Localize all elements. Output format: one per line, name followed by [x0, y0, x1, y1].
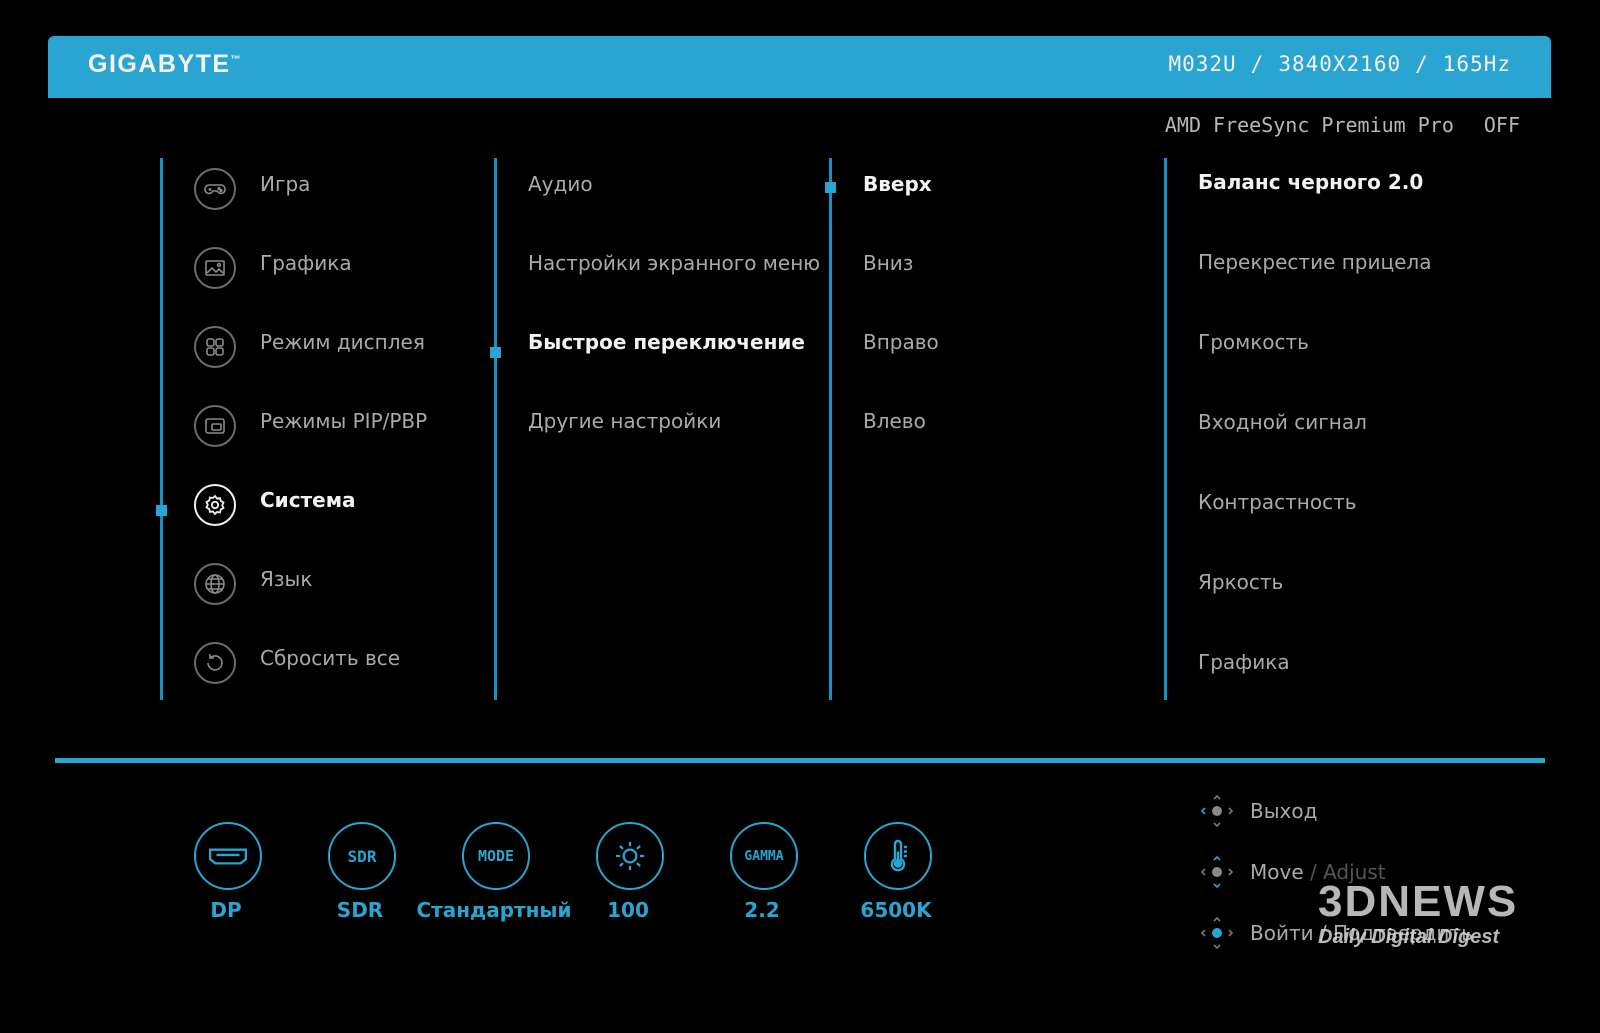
direction-menu: Вверх Вниз Вправо Влево: [825, 158, 1149, 700]
system-menu-item-osd-settings[interactable]: Настройки экранного меню: [528, 251, 820, 275]
system-menu-item-other-settings[interactable]: Другие настройки: [528, 409, 721, 433]
model-name: M032U: [1168, 52, 1237, 76]
system-menu: Аудио Настройки экранного меню Быстрое п…: [490, 158, 820, 700]
main-menu-selection-marker: [156, 505, 167, 516]
gamepad-icon: [194, 168, 236, 210]
nav-move-label: Move: [1250, 860, 1304, 884]
direction-menu-rail: [829, 158, 832, 700]
watermark-title: 3DNEWS: [1318, 877, 1519, 926]
system-menu-item-quick-switch[interactable]: Быстрое переключение: [528, 330, 805, 354]
main-menu-item-game[interactable]: Игра: [260, 172, 310, 196]
nav-exit: Выход: [1200, 794, 1317, 828]
main-menu-item-display-mode[interactable]: Режим дисплея: [260, 330, 425, 354]
model-info: M032U/3840X2160/165Hz: [1168, 52, 1511, 76]
freesync-label: AMD FreeSync Premium Pro: [1164, 113, 1454, 137]
gigabyte-logo: GIGABYTE™: [88, 50, 243, 78]
brightness-icon: [596, 822, 664, 890]
watermark-subtitle: Daily Digital Digest: [1318, 926, 1500, 948]
option-menu: Баланс черного 2.0 Перекрестие прицела Г…: [1164, 158, 1564, 700]
main-menu-item-pip-pbp[interactable]: Режимы PIP/PBP: [260, 409, 427, 433]
thermometer-icon: [864, 822, 932, 890]
system-menu-item-audio[interactable]: Аудио: [528, 172, 593, 196]
option-item-volume[interactable]: Громкость: [1198, 330, 1309, 354]
system-menu-rail: [494, 158, 497, 700]
main-menu-item-system[interactable]: Система: [260, 488, 356, 512]
sdr-icon: SDR: [328, 822, 396, 890]
color-temp-value: 6500K: [860, 898, 932, 922]
main-menu-item-language[interactable]: Язык: [260, 567, 312, 591]
joystick-updown-icon: [1200, 855, 1234, 889]
option-item-graphics[interactable]: Графика: [1198, 650, 1290, 674]
direction-menu-selection-marker: [825, 182, 836, 193]
direction-menu-item-up[interactable]: Вверх: [863, 172, 932, 196]
main-menu: Игра Графика Режим дисплея Режимы PIP/PB…: [156, 158, 480, 700]
option-menu-rail: [1164, 158, 1167, 700]
freesync-state: OFF: [1483, 113, 1520, 137]
option-item-black-equalizer[interactable]: Баланс черного 2.0: [1198, 170, 1423, 194]
reset-icon: [194, 642, 236, 684]
main-menu-item-graphics[interactable]: Графика: [260, 251, 352, 275]
mode-icon: MODE: [462, 822, 530, 890]
joystick-press-icon: [1200, 916, 1234, 950]
osd-header: GIGABYTE™ M032U/3840X2160/165Hz: [48, 36, 1551, 98]
picture-icon: [194, 247, 236, 289]
refresh-rate: 165Hz: [1442, 52, 1511, 76]
direction-menu-item-right[interactable]: Вправо: [863, 330, 939, 354]
gear-icon: [194, 484, 236, 526]
displayport-icon: [194, 822, 262, 890]
option-item-crosshair[interactable]: Перекрестие прицела: [1198, 250, 1431, 274]
gamma-badge: GAMMA: [744, 848, 784, 864]
freesync-status: AMD FreeSync Premium Pro OFF: [1165, 113, 1520, 137]
system-menu-selection-marker: [490, 347, 501, 358]
pip-icon: [194, 405, 236, 447]
option-item-input-signal[interactable]: Входной сигнал: [1198, 410, 1367, 434]
nav-exit-label: Выход: [1250, 799, 1318, 823]
mode-badge: MODE: [477, 847, 515, 865]
main-menu-rail: [160, 158, 163, 700]
grid-icon: [194, 326, 236, 368]
sdr-badge: SDR: [347, 846, 377, 866]
direction-menu-item-left[interactable]: Влево: [863, 409, 926, 433]
main-menu-item-reset-all[interactable]: Сбросить все: [260, 646, 400, 670]
status-divider: [55, 758, 1545, 763]
globe-icon: [194, 563, 236, 605]
resolution: 3840X2160: [1278, 52, 1402, 76]
option-item-contrast[interactable]: Контрастность: [1198, 490, 1357, 514]
joystick-left-icon: [1200, 794, 1234, 828]
direction-menu-item-down[interactable]: Вниз: [863, 251, 913, 275]
watermark: 3DNEWS Daily Digital Digest: [1318, 880, 1518, 949]
gamma-icon: GAMMA: [730, 822, 798, 890]
option-item-brightness[interactable]: Яркость: [1198, 570, 1283, 594]
